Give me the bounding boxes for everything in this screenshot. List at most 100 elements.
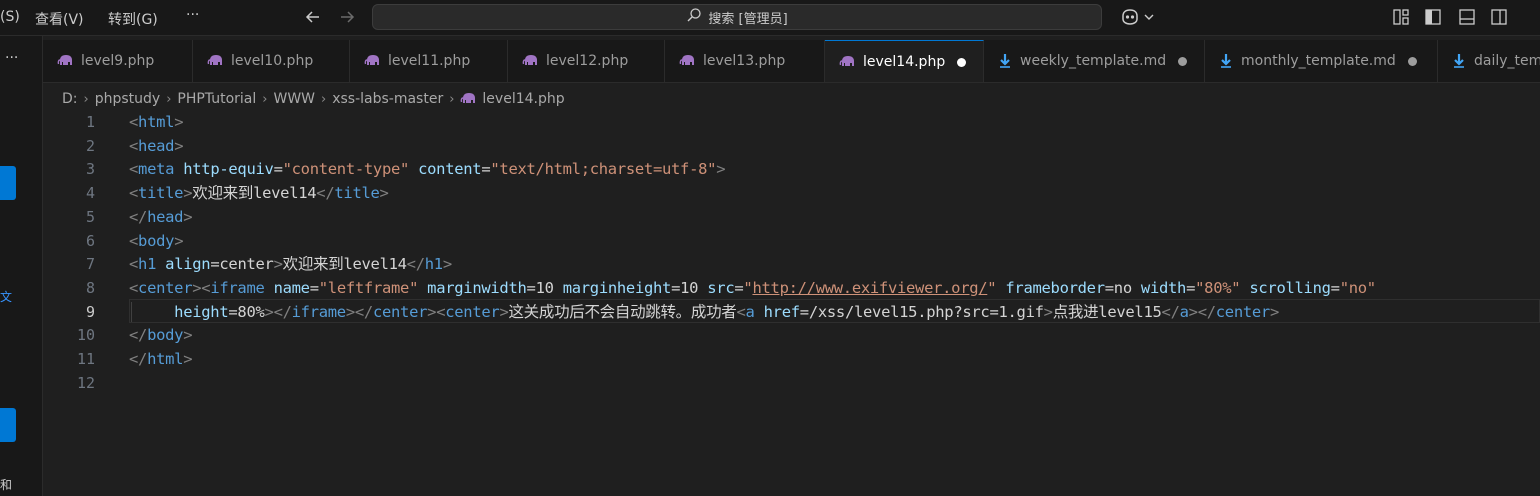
activity-char-4 [0, 456, 4, 470]
php-elephant-icon [364, 54, 380, 68]
command-center-search[interactable]: 搜索 [管理员] [372, 4, 1102, 30]
code-token: 10 [535, 279, 554, 297]
copilot-icon[interactable] [1120, 7, 1156, 31]
breadcrumb-item[interactable]: xss-labs-master [332, 91, 443, 107]
code-line[interactable]: <center><iframe name="leftframe" marginw… [129, 276, 1376, 300]
code-line[interactable]: </html> [129, 347, 193, 371]
breadcrumb-item[interactable]: PHPTutorial [177, 91, 256, 107]
code-token: " [987, 279, 997, 297]
code-line[interactable]: <h1 align=center>欢迎来到level14</h1> [129, 252, 452, 276]
line-number: 9 [85, 303, 95, 321]
tab-level13-php[interactable]: level13.php [665, 40, 825, 82]
code-token: frameborder [1005, 279, 1105, 297]
activity-bar: ··· 文 和 [0, 36, 43, 496]
code-line[interactable]: </head> [129, 205, 193, 229]
toggle-primary-sidebar-icon[interactable] [1424, 8, 1442, 30]
code-token: > [174, 232, 184, 250]
breadcrumb-item[interactable]: level14.php [482, 91, 564, 107]
activity-more[interactable]: ··· [5, 50, 18, 66]
line-number: 5 [85, 208, 95, 226]
activity-char-3: 文 [0, 290, 13, 304]
code-token: < [736, 303, 746, 321]
code-token: html [147, 350, 184, 368]
code-token: < [129, 113, 139, 131]
code-token: body [147, 326, 184, 344]
line-number: 10 [76, 326, 95, 344]
tab-label: level10.php [231, 53, 314, 69]
tab-level10-php[interactable]: level10.php [193, 40, 350, 82]
breadcrumb-item[interactable]: D: [62, 91, 78, 107]
code-token: no [1113, 279, 1132, 297]
code-token: >< [192, 279, 211, 297]
code-token: = [1186, 279, 1196, 297]
tab-level9-php[interactable]: level9.php [43, 40, 193, 82]
code-token: 欢迎来到level14 [192, 184, 317, 202]
menu-selection[interactable]: (S) [0, 9, 20, 25]
code-token: </ [1161, 303, 1180, 321]
code-line[interactable]: <html> [129, 110, 184, 134]
activity-highlight-1[interactable] [0, 166, 16, 200]
line-number: 12 [76, 374, 95, 392]
menu-goto[interactable]: 转到(G) [108, 9, 158, 29]
tab-monthly-template-md[interactable]: monthly_template.md [1205, 40, 1438, 82]
menu-view[interactable]: 查看(V) [35, 9, 84, 29]
code-line[interactable]: <body> [129, 229, 184, 253]
forward-arrow-icon[interactable] [338, 8, 356, 30]
tab-level14-php[interactable]: level14.php [825, 40, 984, 82]
line-number: 11 [76, 350, 95, 368]
unsaved-dot-icon[interactable] [1407, 56, 1417, 66]
code-token: >< [427, 303, 446, 321]
code-token: title [334, 184, 380, 202]
code-token: href [763, 303, 800, 321]
breadcrumb-item[interactable]: phpstudy [95, 91, 160, 107]
code-token: h1 [138, 255, 157, 273]
code-token: scrolling [1249, 279, 1331, 297]
php-elephant-icon [839, 55, 855, 69]
code-line[interactable]: </body> [129, 323, 193, 347]
activity-highlight-2[interactable] [0, 408, 16, 442]
code-token: src [707, 279, 735, 297]
back-arrow-icon[interactable] [304, 8, 322, 30]
code-line[interactable]: height=80%></iframe></center><center>这关成… [129, 300, 1279, 324]
toggle-secondary-sidebar-icon[interactable] [1490, 8, 1508, 30]
code-token: "text/html;charset=utf-8" [490, 160, 717, 178]
code-token: width [1140, 279, 1187, 297]
code-line[interactable]: <head> [129, 134, 184, 158]
code-line[interactable]: <title>欢迎来到level14</title> [129, 181, 389, 205]
code-token: "no" [1339, 279, 1376, 297]
tab-daily-tem[interactable]: daily_tem [1438, 40, 1540, 82]
breadcrumb-item[interactable]: WWW [273, 91, 315, 107]
customize-layout-icon[interactable] [1392, 8, 1410, 30]
markdown-download-icon [1219, 53, 1233, 69]
unsaved-dot-icon[interactable] [957, 57, 967, 67]
menu-more[interactable]: ··· [186, 7, 199, 23]
line-number: 4 [85, 184, 95, 202]
code-token: "leftframe" [318, 279, 419, 297]
tab-label: monthly_template.md [1241, 53, 1396, 69]
tab-level11-php[interactable]: level11.php [350, 40, 508, 82]
tab-weekly-template-md[interactable]: weekly_template.md [984, 40, 1205, 82]
code-token: 10 [680, 279, 699, 297]
breadcrumb-separator-icon: › [449, 91, 455, 107]
toggle-panel-icon[interactable] [1458, 8, 1476, 30]
code-token: = [526, 279, 536, 297]
tab-level12-php[interactable]: level12.php [508, 40, 665, 82]
code-editor[interactable]: 1 <html> 2 <head> 3 <meta http-equiv="content… [43, 110, 1540, 496]
unsaved-dot-icon[interactable] [1178, 56, 1188, 66]
php-elephant-icon [460, 92, 476, 106]
markdown-download-icon [1452, 53, 1466, 69]
code-token: > [174, 113, 184, 131]
activity-char-2 [0, 263, 4, 277]
tab-label: daily_tem [1474, 53, 1540, 69]
code-token: head [138, 137, 175, 155]
code-token: > [273, 255, 283, 273]
php-elephant-icon [57, 54, 73, 68]
code-token: > [174, 137, 184, 155]
tab-label: level11.php [388, 53, 471, 69]
code-token: 这关成功后不会自动跳转。成功者 [508, 303, 737, 321]
code-line[interactable]: <meta http-equiv="content-type" content=… [129, 157, 726, 181]
